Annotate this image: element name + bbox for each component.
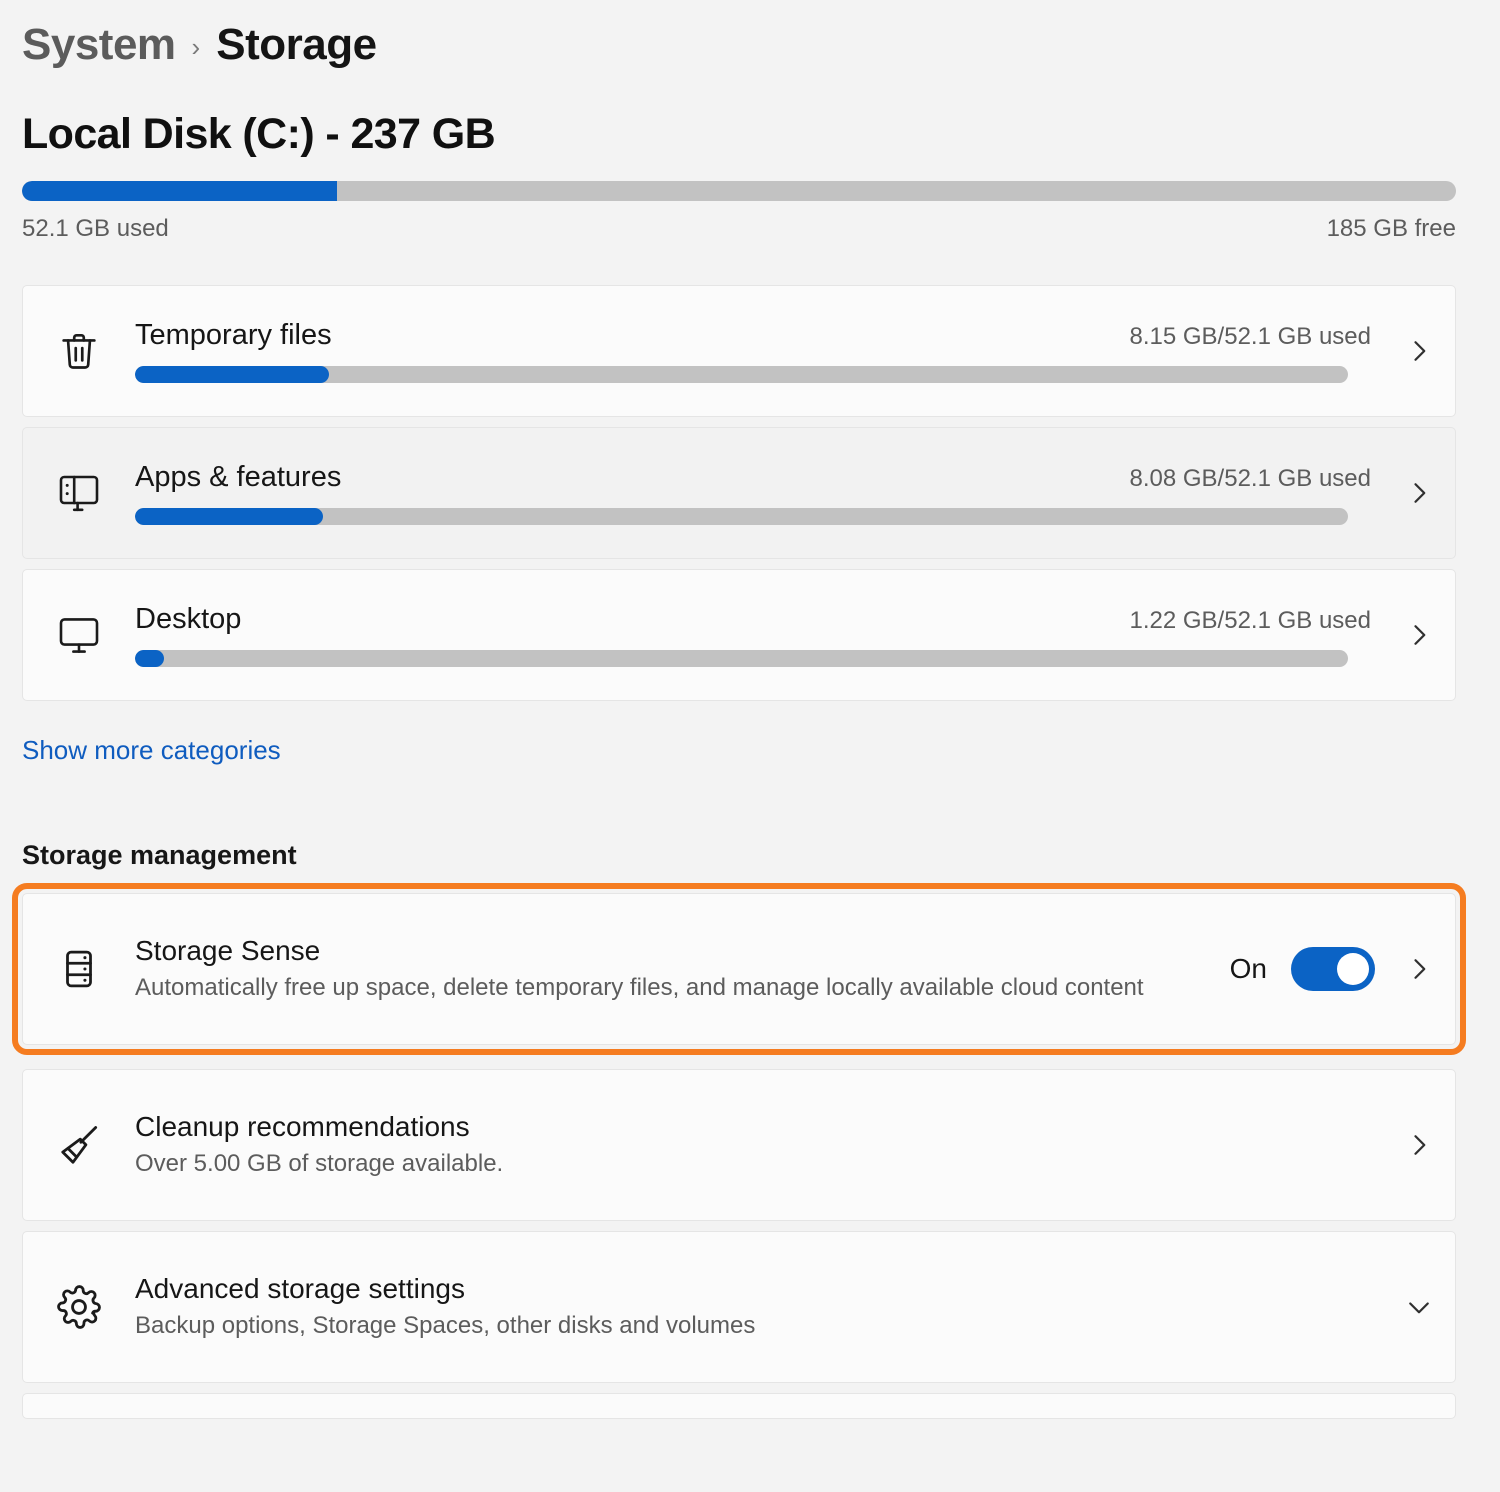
storage-management-body: Advanced storage settings Backup options… [135, 1271, 1383, 1343]
server-rack-icon [23, 946, 135, 992]
storage-category-header: Desktop 1.22 GB/52.1 GB used [135, 603, 1383, 636]
storage-management-description: Over 5.00 GB of storage available. [135, 1149, 504, 1177]
disk-usage-bar-fill [22, 181, 338, 201]
chevron-right-icon[interactable] [1383, 479, 1455, 507]
storage-management-card[interactable]: Storage Sense Automatically free up spac… [12, 883, 1466, 1055]
storage-category-bar [135, 366, 1348, 383]
storage-sense-toggle-knob [1337, 953, 1369, 985]
storage-management-description: Automatically free up space, delete temp… [135, 973, 1144, 1001]
storage-management-card[interactable]: Cleanup recommendations Over 5.00 GB of … [22, 1069, 1456, 1221]
storage-category-bar [135, 650, 1348, 667]
storage-category-bar-fill [135, 508, 323, 525]
storage-category-body: Temporary files 8.15 GB/52.1 GB used [135, 319, 1383, 383]
storage-category-card[interactable]: Temporary files 8.15 GB/52.1 GB used [22, 285, 1456, 417]
storage-category-usage: 8.08 GB/52.1 GB used [1129, 465, 1372, 492]
storage-management-body: Storage Sense Automatically free up spac… [135, 933, 1230, 1005]
chevron-right-icon[interactable] [1383, 621, 1455, 649]
storage-category-name: Apps & features [135, 461, 342, 493]
chevron-down-icon[interactable] [1383, 1293, 1455, 1321]
chevron-right-icon[interactable] [1383, 1131, 1455, 1159]
show-more-categories-link[interactable]: Show more categories [22, 735, 281, 766]
storage-category-name: Desktop [135, 603, 242, 635]
disk-free-label: 185 GB free [1326, 215, 1456, 242]
storage-category-body: Desktop 1.22 GB/52.1 GB used [135, 603, 1383, 667]
storage-management-description: Backup options, Storage Spaces, other di… [135, 1311, 756, 1339]
broom-icon [23, 1120, 135, 1170]
disk-usage-bar [22, 181, 1456, 201]
breadcrumb-separator-icon: › [191, 31, 201, 62]
storage-sense-toggle-area: On [1230, 947, 1383, 991]
breadcrumb: System › Storage [22, 0, 1478, 72]
storage-category-body: Apps & features 8.08 GB/52.1 GB used [135, 461, 1383, 525]
gear-icon [23, 1282, 135, 1332]
storage-category-header: Temporary files 8.15 GB/52.1 GB used [135, 319, 1383, 352]
next-card-partial[interactable] [22, 1393, 1456, 1419]
storage-management-title: Storage Sense [135, 934, 321, 966]
breadcrumb-parent-system[interactable]: System [22, 20, 176, 70]
disk-used-label: 52.1 GB used [22, 215, 169, 242]
breadcrumb-current-storage: Storage [216, 20, 377, 69]
storage-sense-toggle[interactable] [1291, 947, 1375, 991]
chevron-right-icon[interactable] [1383, 955, 1455, 983]
storage-category-bar-fill [135, 366, 330, 383]
storage-management-title: Advanced storage settings [135, 1272, 465, 1304]
storage-management-card[interactable]: Advanced storage settings Backup options… [22, 1231, 1456, 1383]
storage-category-usage: 8.15 GB/52.1 GB used [1129, 323, 1372, 350]
storage-category-bar-fill [135, 650, 165, 667]
disk-usage-legend: 52.1 GB used 185 GB free [22, 215, 1456, 243]
storage-management-list: Storage Sense Automatically free up spac… [12, 883, 1478, 1383]
storage-management-body: Cleanup recommendations Over 5.00 GB of … [135, 1109, 1383, 1181]
page-title: Local Disk (C:) - 237 GB [22, 110, 496, 158]
trash-icon [23, 328, 135, 374]
storage-settings-page: System › Storage Local Disk (C:) - 237 G… [0, 0, 1500, 1492]
monitor-icon [23, 611, 135, 659]
chevron-right-icon[interactable] [1383, 337, 1455, 365]
storage-management-heading: Storage management [22, 840, 297, 870]
storage-category-usage: 1.22 GB/52.1 GB used [1129, 607, 1372, 634]
storage-categories-list: Temporary files 8.15 GB/52.1 GB used App… [22, 285, 1478, 701]
storage-management-title: Cleanup recommendations [135, 1110, 470, 1142]
storage-sense-toggle-label: On [1229, 953, 1267, 984]
apps-features-icon [23, 469, 135, 517]
storage-category-header: Apps & features 8.08 GB/52.1 GB used [135, 461, 1383, 494]
storage-category-card[interactable]: Desktop 1.22 GB/52.1 GB used [22, 569, 1456, 701]
storage-category-card[interactable]: Apps & features 8.08 GB/52.1 GB used [22, 427, 1456, 559]
storage-category-name: Temporary files [135, 319, 332, 351]
storage-category-bar [135, 508, 1348, 525]
